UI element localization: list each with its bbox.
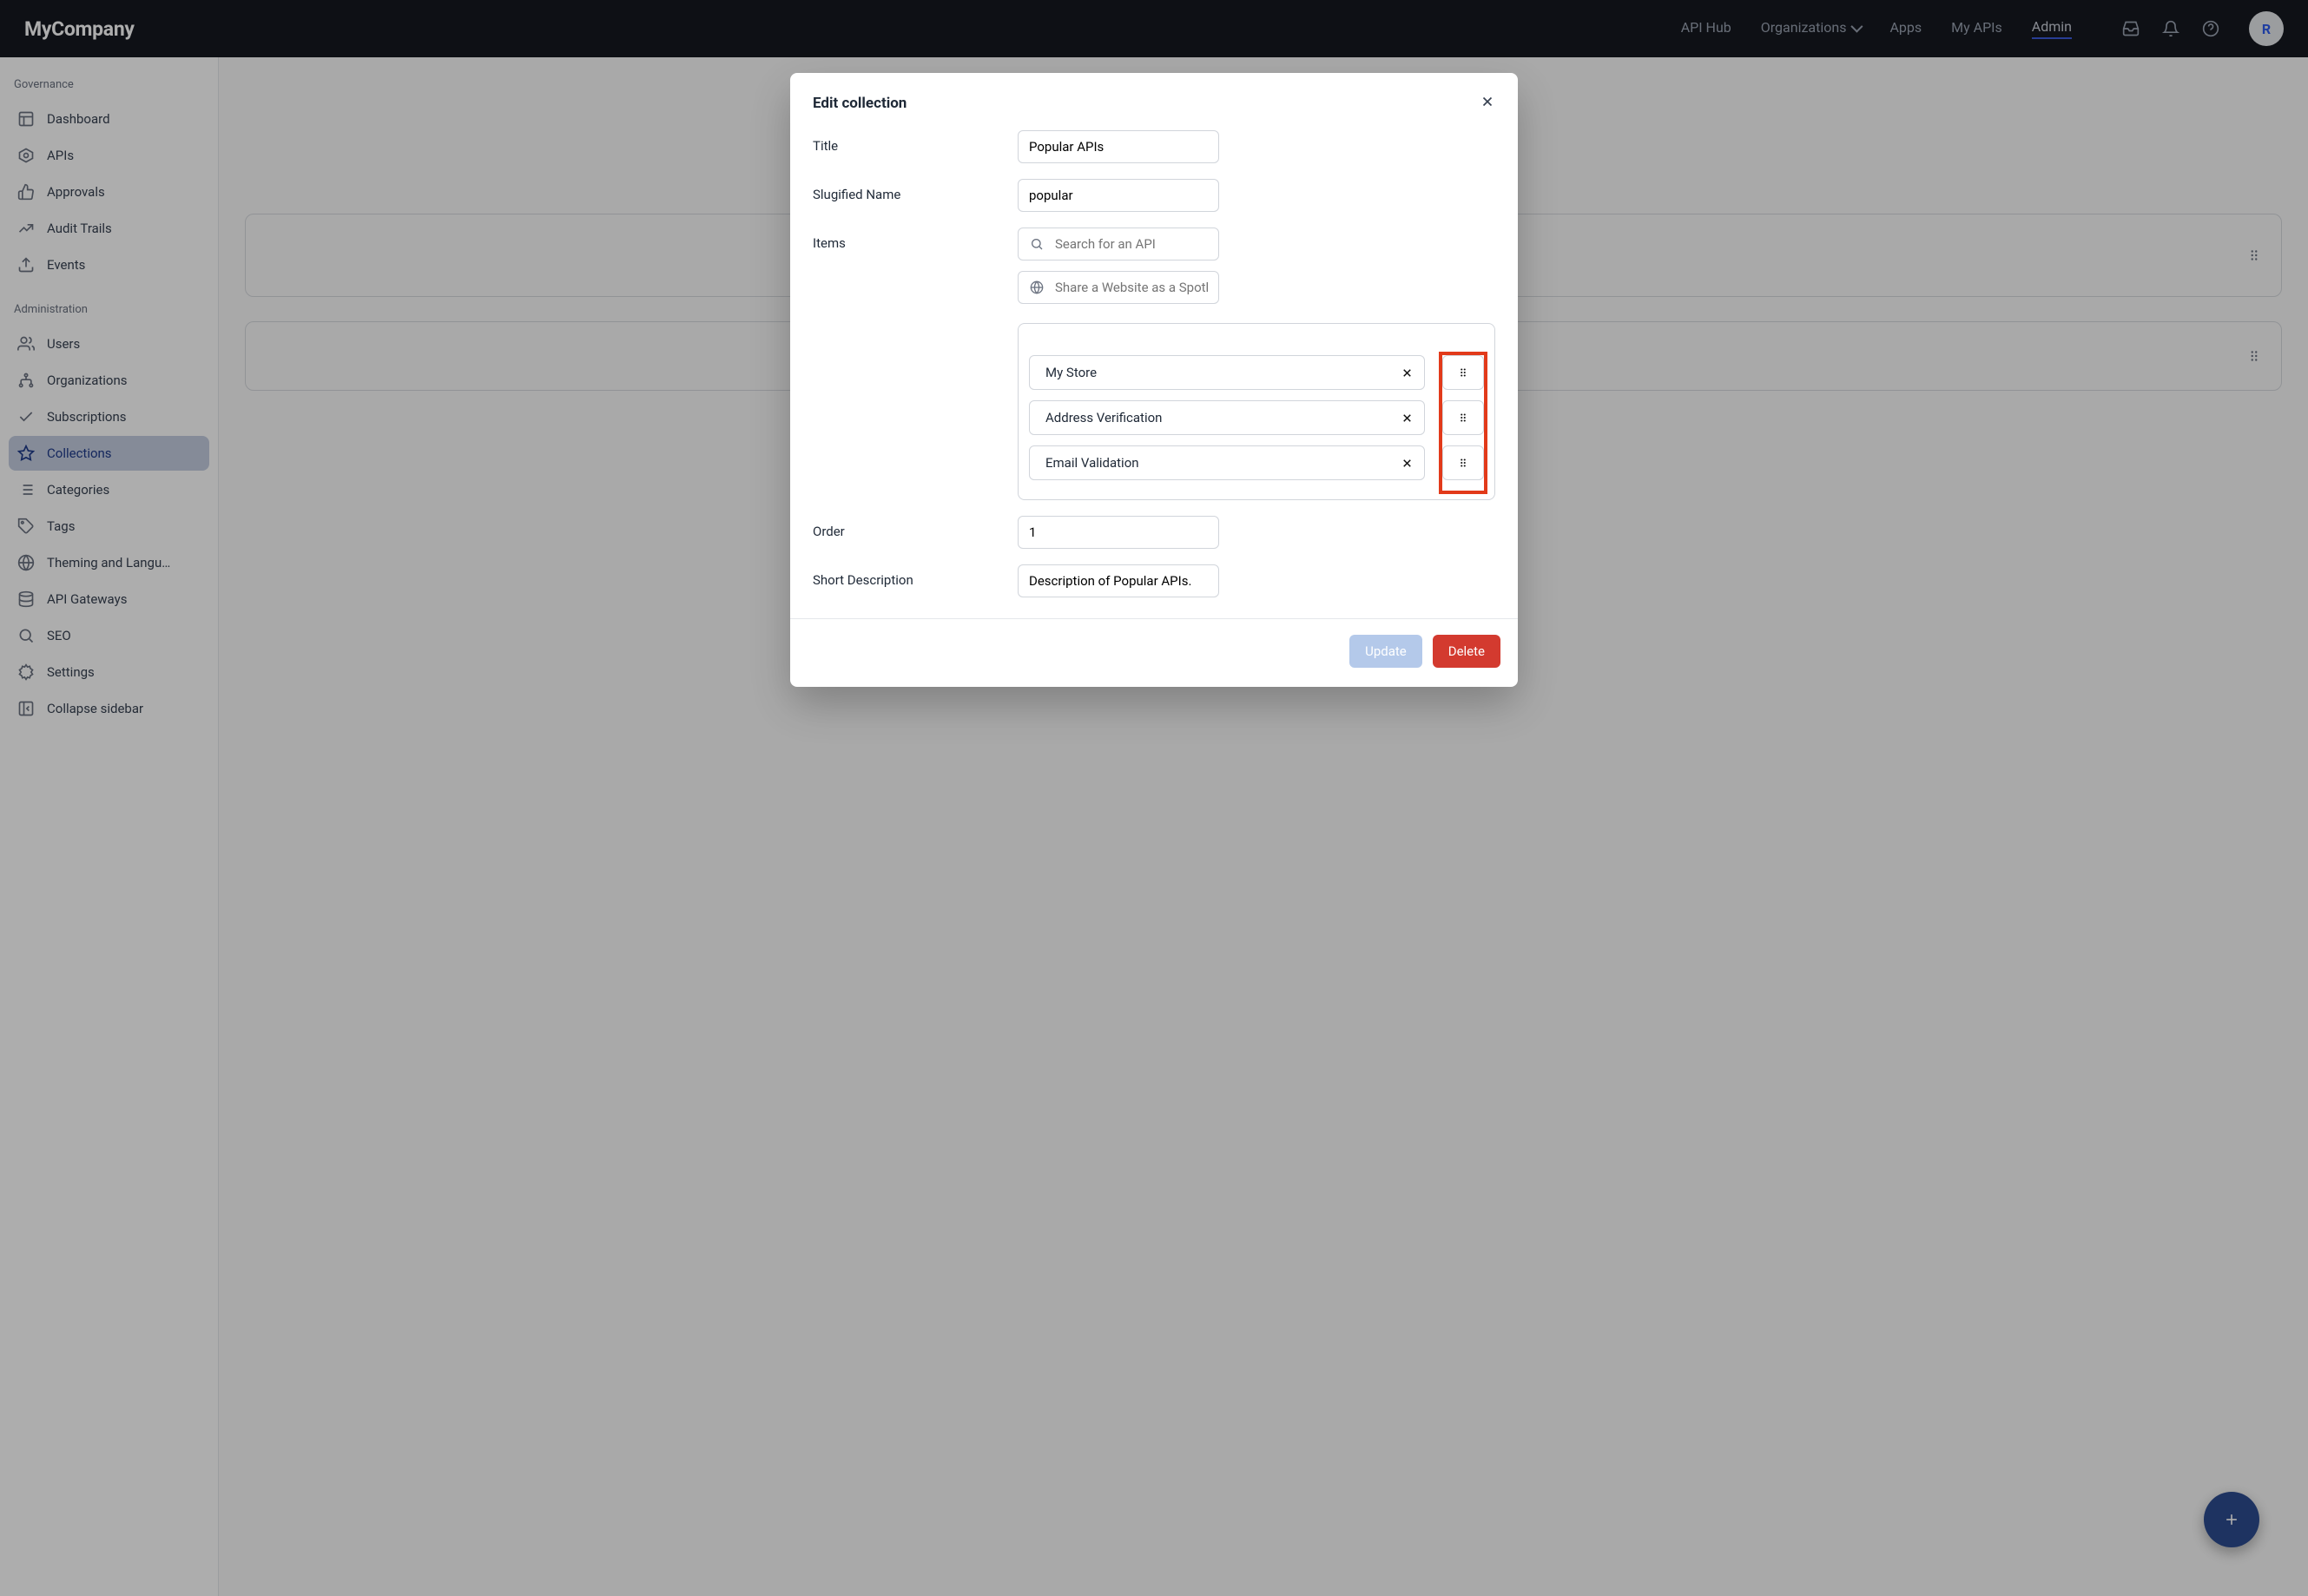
order-input[interactable] — [1018, 516, 1219, 549]
drag-handle[interactable] — [1442, 400, 1484, 435]
remove-item-button[interactable] — [1401, 457, 1414, 470]
drag-handle-icon — [1457, 366, 1469, 379]
remove-item-button[interactable] — [1401, 366, 1414, 379]
title-label: Title — [813, 130, 1018, 154]
close-icon — [1401, 457, 1414, 470]
close-icon — [1401, 366, 1414, 379]
desc-label: Short Description — [813, 564, 1018, 588]
item-row: Address Verification — [1029, 400, 1484, 435]
item-row: Email Validation — [1029, 445, 1484, 480]
slug-label: Slugified Name — [813, 179, 1018, 202]
delete-button[interactable]: Delete — [1433, 635, 1500, 668]
update-button[interactable]: Update — [1349, 635, 1422, 668]
slug-input[interactable] — [1018, 179, 1219, 212]
drag-handle-icon — [1457, 412, 1469, 424]
item-chip: Address Verification — [1029, 400, 1425, 435]
desc-input[interactable] — [1018, 564, 1219, 597]
modal-overlay: Edit collection Title Slugified Name Ite… — [0, 0, 2308, 1596]
spotlight-input[interactable] — [1018, 271, 1219, 304]
item-label: Address Verification — [1045, 410, 1162, 425]
close-button[interactable] — [1480, 94, 1495, 113]
remove-item-button[interactable] — [1401, 412, 1414, 425]
search-icon — [1030, 237, 1044, 251]
order-label: Order — [813, 516, 1018, 539]
item-chip: Email Validation — [1029, 445, 1425, 480]
globe-icon — [1030, 280, 1044, 294]
drag-handle[interactable] — [1442, 445, 1484, 480]
edit-collection-modal: Edit collection Title Slugified Name Ite… — [790, 73, 1518, 687]
item-row: My Store — [1029, 355, 1484, 390]
drag-handle[interactable] — [1442, 355, 1484, 390]
item-chip: My Store — [1029, 355, 1425, 390]
item-label: Email Validation — [1045, 455, 1139, 471]
drag-handle-icon — [1457, 457, 1469, 469]
title-input[interactable] — [1018, 130, 1219, 163]
items-list: My Store Address Verificatio — [1018, 323, 1495, 500]
close-icon — [1480, 94, 1495, 109]
items-label: Items — [813, 228, 1018, 251]
modal-title: Edit collection — [813, 95, 907, 112]
close-icon — [1401, 412, 1414, 425]
item-label: My Store — [1045, 365, 1097, 380]
search-api-input[interactable] — [1018, 228, 1219, 261]
